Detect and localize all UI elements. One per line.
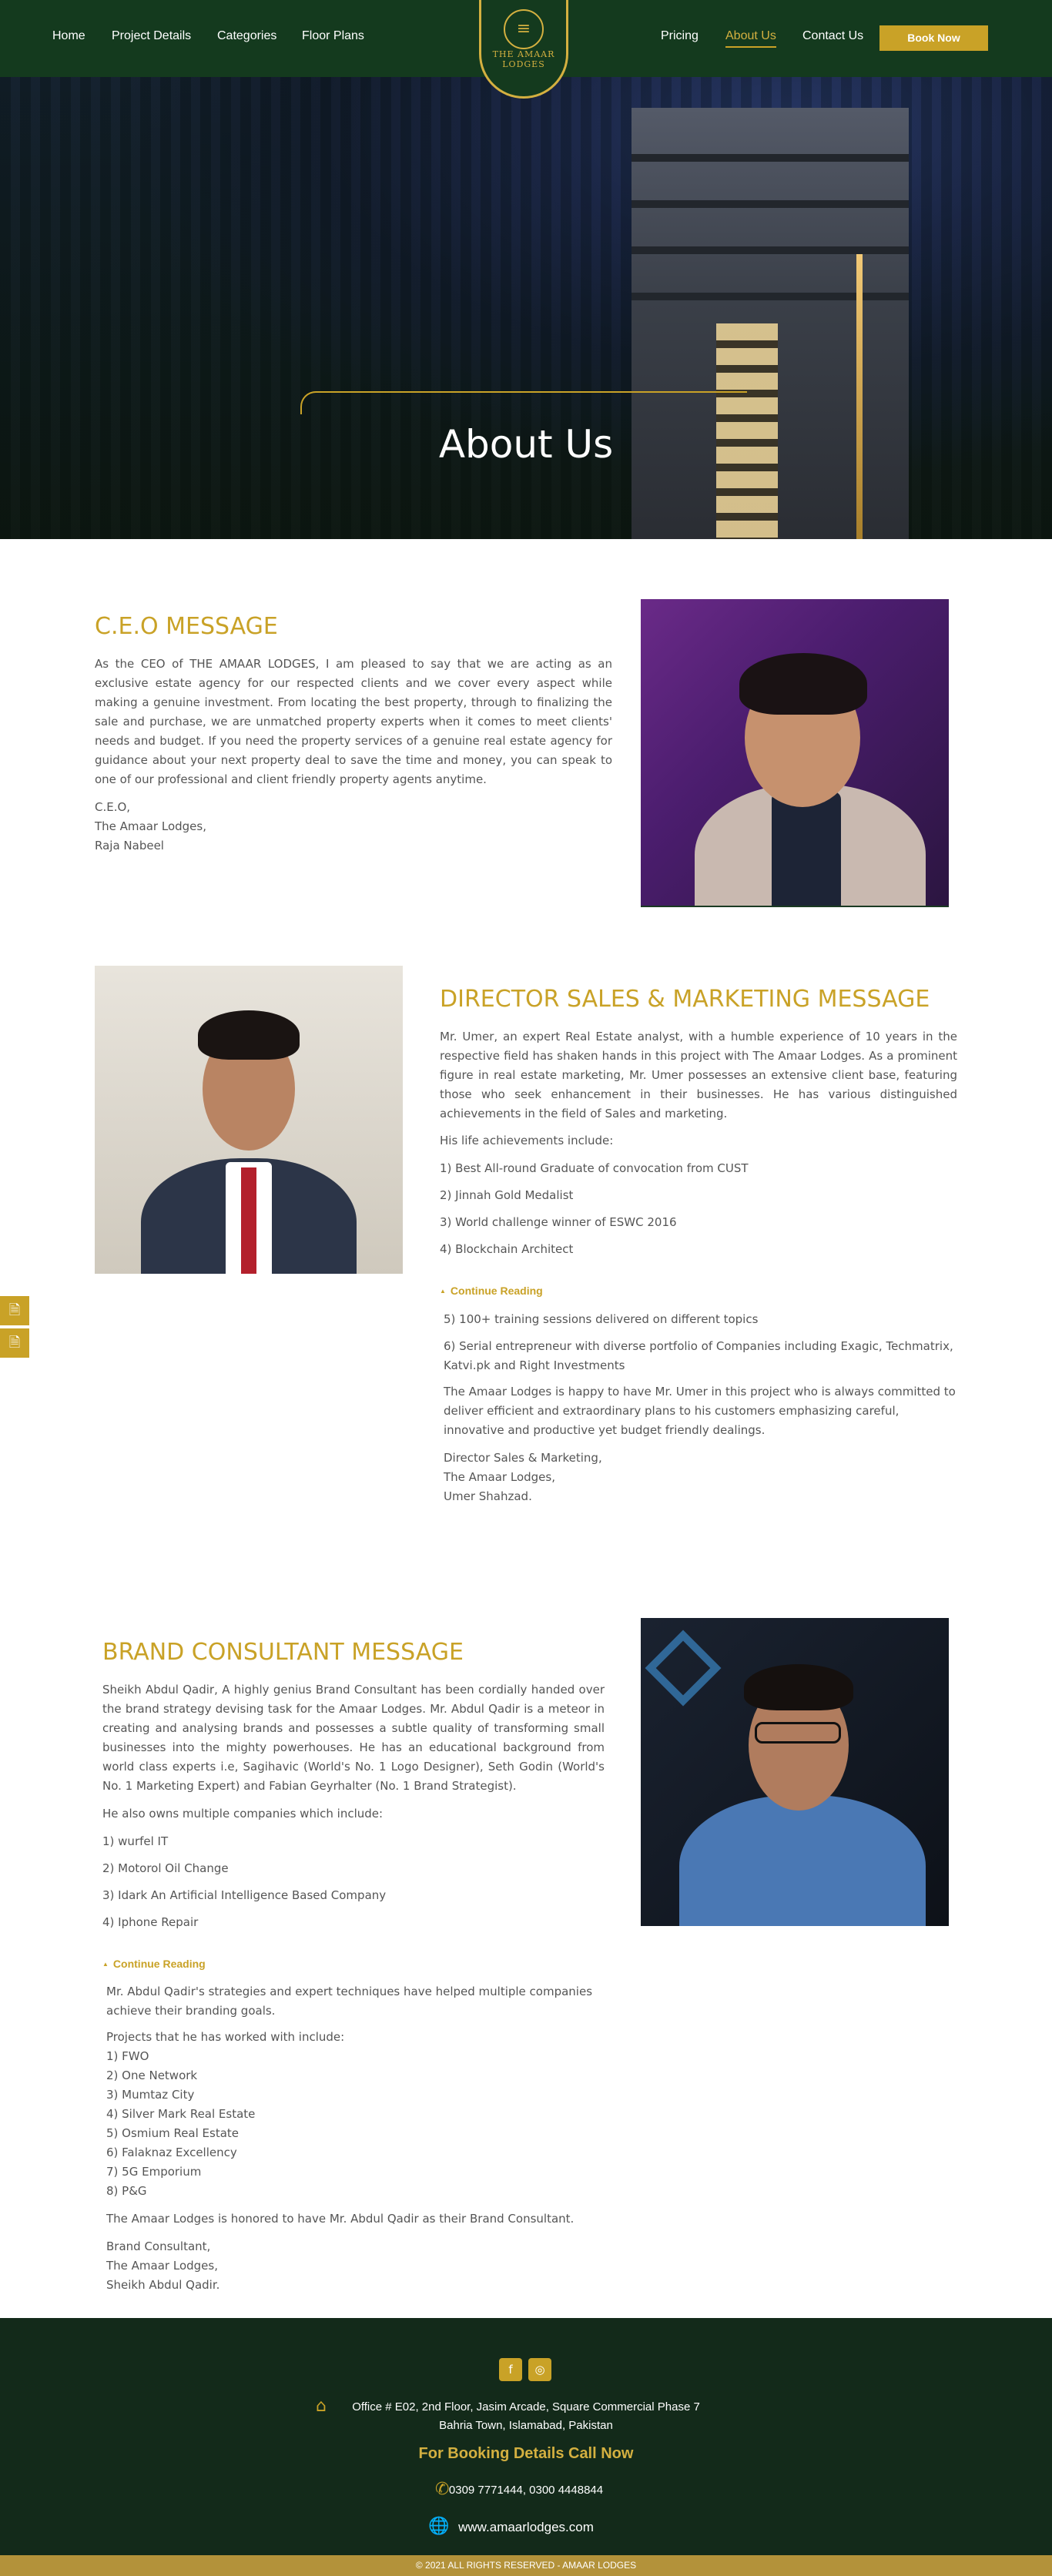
director-achievement-6: 6) Serial entrepreneur with diverse port… <box>444 1339 953 1372</box>
pdf-icon[interactable]: 🗎 <box>0 1328 29 1358</box>
director-achievement-4: 4) Blockchain Architect <box>440 1242 574 1256</box>
brand-project-7: 7) 5G Emporium <box>106 2165 202 2179</box>
pdf-icon[interactable]: 🗎 <box>0 1296 29 1325</box>
footer-website-link[interactable]: www.amaarlodges.com <box>0 2518 1052 2537</box>
brand-project-5: 5) Osmium Real Estate <box>106 2126 240 2140</box>
logo-text-line1: THE AMAAR <box>492 49 555 59</box>
director-achievement-1: 1) Best All-round Graduate of convocatio… <box>440 1161 749 1175</box>
hero-decorative-line <box>300 391 747 414</box>
director-message-text: Mr. Umer, an expert Real Estate analyst,… <box>440 1030 957 1121</box>
brand-consultant-photo <box>641 1618 949 1926</box>
brand-sign-role: Brand Consultant, <box>106 2239 211 2253</box>
footer-phone-numbers[interactable]: 0309 7771444, 0300 4448844 <box>0 2481 1052 2500</box>
brand-project-3: 3) Mumtaz City <box>106 2088 195 2102</box>
instagram-icon[interactable]: ◎ <box>528 2358 551 2381</box>
director-sign-company: The Amaar Lodges, <box>444 1470 555 1484</box>
brand-project-8: 8) P&G <box>106 2184 147 2198</box>
site-logo[interactable]: ≡ THE AMAAR LODGES <box>479 0 568 99</box>
nav-about-us[interactable]: About Us <box>725 29 776 48</box>
nav-project-details[interactable]: Project Details <box>112 29 191 43</box>
director-continue-reading-toggle[interactable]: Continue Reading <box>440 1285 543 1297</box>
brand-project-1: 1) FWO <box>106 2049 149 2063</box>
director-sign-role: Director Sales & Marketing, <box>444 1451 602 1465</box>
brand-continue-reading-toggle[interactable]: Continue Reading <box>102 1958 206 1970</box>
ceo-photo <box>641 599 949 907</box>
ceo-section-title: C.E.O MESSAGE <box>95 613 278 640</box>
ceo-sign-role: C.E.O, <box>95 800 131 814</box>
site-footer: f ◎ ⌂ Office # E02, 2nd Floor, Jasim Arc… <box>0 2318 1052 2555</box>
director-achievements-intro: His life achievements include: <box>440 1134 614 1147</box>
footer-call-heading: For Booking Details Call Now <box>418 2445 634 2462</box>
hero-building-image <box>632 108 909 539</box>
brand-project-4: 4) Silver Mark Real Estate <box>106 2107 256 2121</box>
director-closing-text: The Amaar Lodges is happy to have Mr. Um… <box>444 1385 956 1437</box>
facebook-icon[interactable]: f <box>499 2358 522 2381</box>
hero-banner: About Us <box>0 77 1052 539</box>
brand-section-title: BRAND CONSULTANT MESSAGE <box>102 1639 464 1666</box>
hero-light-pillar <box>856 254 863 539</box>
logo-emblem-icon: ≡ <box>504 9 544 49</box>
director-section-title: DIRECTOR SALES & MARKETING MESSAGE <box>440 986 930 1013</box>
book-now-button[interactable]: Book Now <box>879 25 988 51</box>
brand-project-2: 2) One Network <box>106 2069 198 2082</box>
brand-company-4: 4) Iphone Repair <box>102 1915 199 1929</box>
director-sign-name: Umer Shahzad. <box>444 1489 532 1503</box>
director-photo <box>95 966 403 1274</box>
copyright-bar: © 2021 ALL RIGHTS RESERVED - AMAAR LODGE… <box>0 2555 1052 2576</box>
footer-address-line1: Office # E02, 2nd Floor, Jasim Arcade, S… <box>352 2400 700 2414</box>
nav-pricing[interactable]: Pricing <box>661 29 699 43</box>
brand-company-3: 3) Idark An Artificial Intelligence Base… <box>102 1888 387 1902</box>
footer-address-line2: Bahria Town, Islamabad, Pakistan <box>439 2419 613 2432</box>
nav-categories[interactable]: Categories <box>217 29 276 43</box>
brand-strategies-text: Mr. Abdul Qadir's strategies and expert … <box>106 1985 593 2018</box>
brand-message-text: Sheikh Abdul Qadir, A highly genius Bran… <box>102 1683 605 1793</box>
brand-projects-intro: Projects that he has worked with include… <box>106 2030 345 2044</box>
ceo-sign-name: Raja Nabeel <box>95 839 164 853</box>
director-achievement-3: 3) World challenge winner of ESWC 2016 <box>440 1215 677 1229</box>
page-title: About Us <box>438 422 614 467</box>
brand-honored-text: The Amaar Lodges is honored to have Mr. … <box>106 2212 575 2226</box>
director-achievement-5: 5) 100+ training sessions delivered on d… <box>444 1312 759 1326</box>
director-achievement-2: 2) Jinnah Gold Medalist <box>440 1188 574 1202</box>
brand-company-1: 1) wurfel IT <box>102 1834 169 1848</box>
brand-company-2: 2) Motorol Oil Change <box>102 1861 229 1875</box>
nav-contact-us[interactable]: Contact Us <box>802 29 863 43</box>
brand-project-6: 6) Falaknaz Excellency <box>106 2146 237 2159</box>
ceo-sign-company: The Amaar Lodges, <box>95 819 206 833</box>
brand-sign-company: The Amaar Lodges, <box>106 2259 218 2273</box>
brand-companies-intro: He also owns multiple companies which in… <box>102 1807 384 1821</box>
brand-sign-name: Sheikh Abdul Qadir. <box>106 2278 220 2292</box>
nav-floor-plans[interactable]: Floor Plans <box>302 29 364 43</box>
nav-home[interactable]: Home <box>52 29 85 43</box>
ceo-message-text: As the CEO of THE AMAAR LODGES, I am ple… <box>95 657 612 786</box>
logo-text-line2: LODGES <box>502 59 545 69</box>
